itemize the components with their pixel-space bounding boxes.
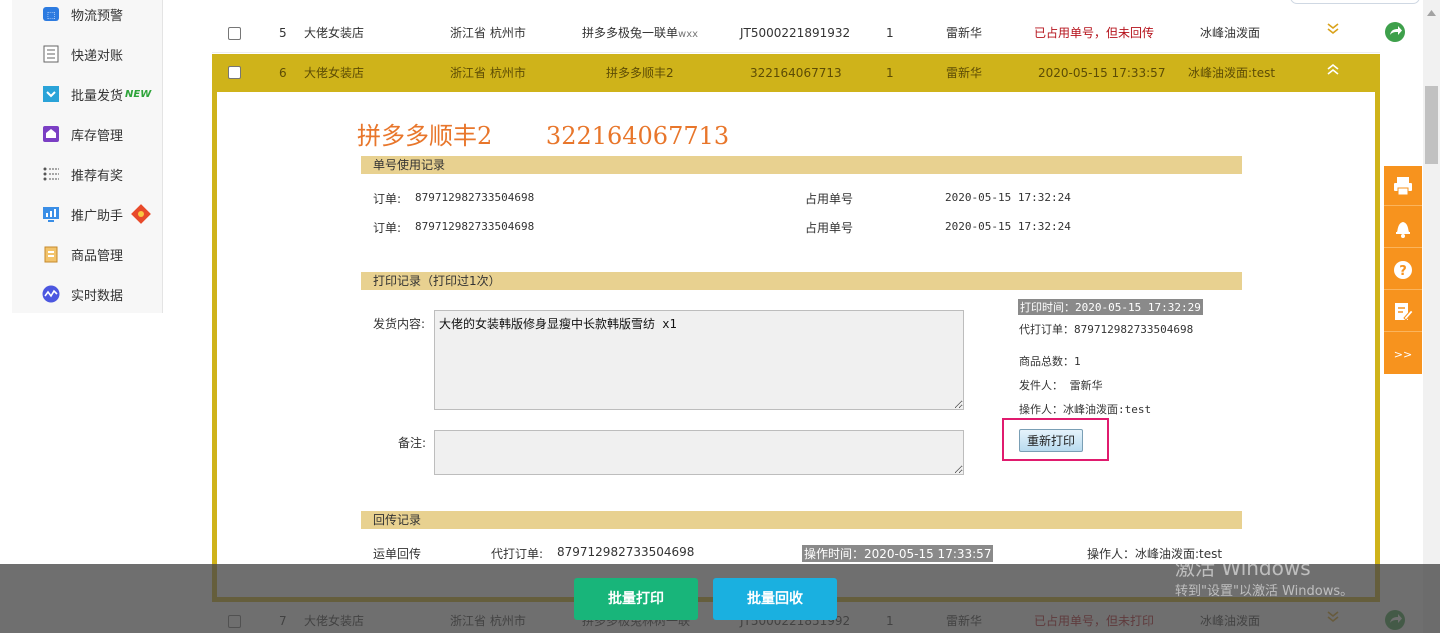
- template-name: 拼多多顺丰2: [606, 66, 674, 80]
- detail-title-tracking: 322164067713: [545, 122, 730, 150]
- sidebar-item-label: 推荐有奖: [71, 168, 124, 184]
- sidebar-item-goods[interactable]: 商品管理: [12, 234, 162, 274]
- detail-sender: 发件人： 雷新华: [1019, 379, 1103, 392]
- truck-icon: ⬚: [41, 4, 61, 24]
- region: 浙江省 杭州市: [450, 66, 526, 80]
- sidebar-item-label: 快递对账: [71, 48, 124, 64]
- detail-panel-body: 拼多多顺丰2 322164067713 单号使用记录 订单: 879712982…: [217, 92, 1375, 597]
- sidebar-item-express-reconcile[interactable]: 快递对账: [12, 34, 162, 74]
- help-icon[interactable]: ?: [1384, 250, 1422, 290]
- sidebar-item-batch-ship[interactable]: 批量发货 NEW: [12, 74, 162, 114]
- return-proxy-label: 代打订单:: [491, 547, 544, 561]
- scroll-up-icon[interactable]: [1427, 5, 1436, 19]
- svg-text:?: ?: [1399, 264, 1407, 279]
- sender: 雷新华: [946, 26, 983, 40]
- usage-time: 2020-05-15 17:32:24: [945, 220, 1071, 233]
- share-arrow-icon[interactable]: [1384, 21, 1406, 46]
- usage-action: 占用单号: [805, 221, 854, 235]
- expand-chevron-icon[interactable]: [1326, 22, 1340, 39]
- monitor-chart-icon: [41, 204, 61, 224]
- row-checkbox[interactable]: [228, 27, 241, 40]
- sidebar-item-realtime-data[interactable]: 实时数据: [12, 274, 162, 314]
- remark-textarea[interactable]: [434, 430, 964, 475]
- status-text: 已占用单号，但未回传: [1034, 26, 1155, 40]
- sidebar-item-promo-assistant[interactable]: 推广助手: [12, 194, 162, 234]
- edit-icon[interactable]: [1384, 292, 1422, 332]
- printer-icon[interactable]: [1384, 166, 1422, 206]
- row-index: 6: [279, 66, 287, 80]
- operator: 冰峰油泼面:test: [1188, 66, 1276, 80]
- sender: 雷新华: [946, 66, 983, 80]
- box-icon: [41, 84, 61, 104]
- table-row-expanded[interactable]: 6 大佬女装店 浙江省 杭州市 拼多多顺丰2 322164067713 1 雷新…: [212, 54, 1380, 93]
- activation-watermark-subtitle: 转到"设置"以激活 Windows。: [1175, 584, 1354, 599]
- quantity: 1: [886, 26, 894, 40]
- order-number: 879712982733504698: [415, 220, 535, 233]
- tracking-number: JT5000221891932: [740, 26, 851, 40]
- vertical-scrollbar[interactable]: [1423, 0, 1440, 633]
- sidebar-item-label: 库存管理: [71, 128, 124, 144]
- new-badge: NEW: [125, 88, 152, 100]
- ship-content-textarea[interactable]: 大佬的女装韩版修身显瘦中长款韩版雪纺 x1: [434, 310, 964, 410]
- sidebar-item-logistics-alert[interactable]: ⬚ 物流预警: [12, 0, 162, 34]
- batch-recycle-button[interactable]: 批量回收: [713, 578, 837, 620]
- detail-operator: 操作人：冰峰油泼面:test: [1019, 403, 1152, 416]
- status-text: 2020-05-15 17:33:57: [1038, 66, 1166, 80]
- bell-icon[interactable]: [1384, 208, 1422, 248]
- usage-record-row: 订单: 879712982733504698: [373, 191, 535, 206]
- usage-time: 2020-05-15 17:32:24: [945, 191, 1071, 204]
- operator: 冰峰油泼面: [1200, 26, 1261, 40]
- sidebar-item-label: 商品管理: [71, 248, 124, 264]
- list-icon: [41, 164, 61, 184]
- usage-action: 占用单号: [805, 192, 854, 206]
- ship-content-label: 发货内容:: [373, 317, 426, 331]
- quantity: 1: [886, 66, 894, 80]
- scroll-thumb[interactable]: [1425, 86, 1438, 164]
- sidebar-item-label: 批量发货: [71, 88, 124, 104]
- return-op-time: 操作时间：2020-05-15 17:33:57: [802, 545, 994, 562]
- detail-title: 拼多多顺丰2 322164067713: [357, 116, 729, 151]
- order-number: 879712982733504698: [415, 191, 535, 204]
- sidebar-item-label: 实时数据: [71, 288, 124, 304]
- batch-print-button[interactable]: 批量打印: [574, 578, 698, 620]
- sidebar-item-label: 物流预警: [71, 8, 124, 24]
- top-search-box[interactable]: [1290, 0, 1420, 4]
- proxy-order: 代打订单：879712982733504698: [1019, 323, 1194, 336]
- total-goods: 商品总数：1: [1019, 355, 1081, 368]
- sidebar: ⬚ 物流预警 快递对账 批量发货 NEW 库存管理 推荐有奖 推广助手 商品管理…: [12, 0, 163, 313]
- print-time: 打印时间：2020-05-15 17:32:29: [1018, 299, 1203, 315]
- activation-watermark-title: 激活 Windows: [1175, 556, 1311, 580]
- detail-title-template: 拼多多顺丰2: [357, 122, 493, 150]
- row-checkbox[interactable]: [228, 66, 241, 79]
- tracking-number: 322164067713: [750, 66, 842, 80]
- region: 浙江省 杭州市: [450, 26, 526, 40]
- clipboard-icon: [41, 244, 61, 264]
- collapse-chevron-icon[interactable]: [1326, 62, 1340, 79]
- return-type: 运单回传: [373, 547, 422, 561]
- expand-more-button[interactable]: >>: [1384, 334, 1422, 374]
- sidebar-item-inventory[interactable]: 库存管理: [12, 114, 162, 154]
- ledger-icon: [41, 44, 61, 64]
- remark-label: 备注:: [398, 436, 427, 450]
- pulse-icon: [41, 284, 61, 304]
- svg-text:⬚: ⬚: [47, 11, 56, 21]
- detail-panel: 拼多多顺丰2 322164067713 单号使用记录 订单: 879712982…: [212, 92, 1380, 602]
- return-proxy-number: 879712982733504698: [557, 545, 695, 559]
- usage-record-row: 订单: 879712982733504698: [373, 220, 535, 235]
- floating-toolbar: ? >>: [1384, 166, 1422, 374]
- shop-name: 大佬女装店: [304, 66, 365, 80]
- reprint-button[interactable]: 重新打印: [1019, 429, 1083, 452]
- red-packet-icon: [131, 204, 151, 224]
- template-name: 拼多多极兔一联单wxx: [582, 26, 699, 40]
- return-record-header: 回传记录: [361, 511, 1242, 529]
- bottom-action-bar: 批量打印 批量回收 激活 Windows 转到"设置"以激活 Windows。: [0, 556, 1440, 633]
- sidebar-item-referral[interactable]: 推荐有奖: [12, 154, 162, 194]
- warehouse-icon: [41, 124, 61, 144]
- shop-name: 大佬女装店: [304, 26, 365, 40]
- sidebar-item-label: 推广助手: [71, 208, 124, 224]
- row-index: 5: [279, 26, 287, 40]
- table-row[interactable]: 5 大佬女装店 浙江省 杭州市 拼多多极兔一联单wxx JT5000221891…: [212, 14, 1405, 53]
- print-record-header: 打印记录（打印过1次）: [361, 272, 1242, 290]
- usage-record-header: 单号使用记录: [361, 156, 1242, 174]
